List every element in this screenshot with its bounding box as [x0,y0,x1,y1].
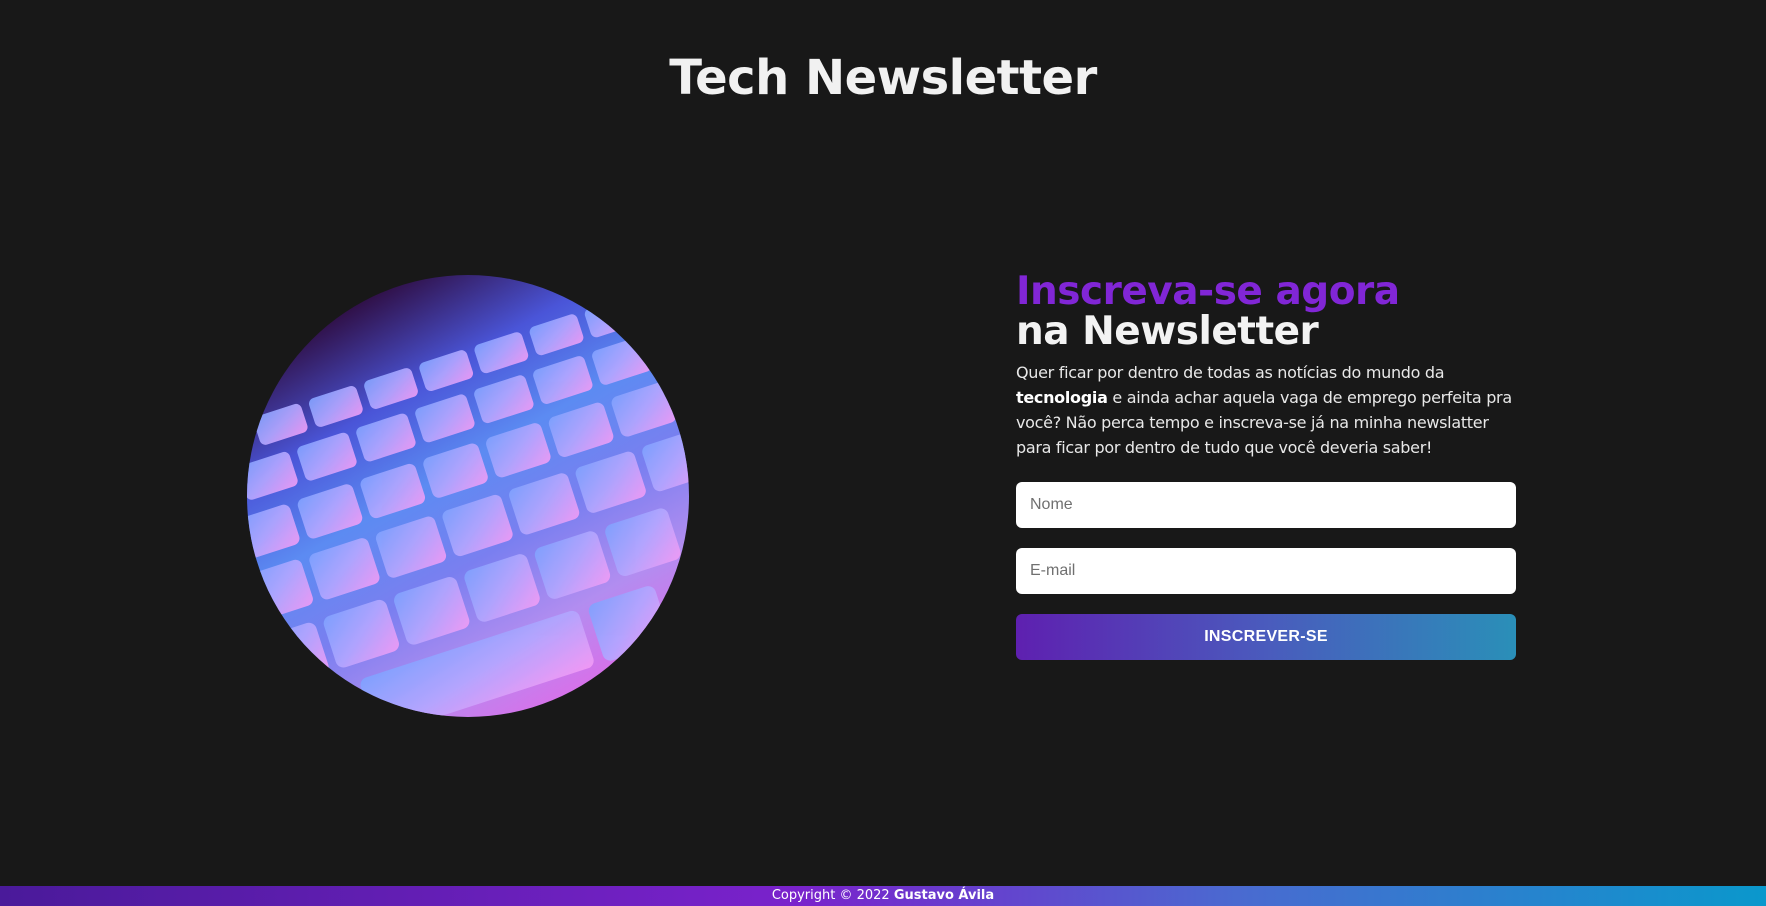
hero-keyboard-image [247,275,689,717]
signup-description: Quer ficar por dentro de todas as notíci… [1016,360,1518,460]
page-title: Tech Newsletter [669,50,1097,106]
subscribe-button[interactable]: INSCREVER-SE [1016,614,1516,660]
email-input[interactable] [1016,548,1516,594]
description-highlight: tecnologia [1016,388,1108,407]
signup-heading: Inscreva-se agora na Newsletter [1016,272,1516,352]
footer-author: Gustavo Ávila [893,888,995,903]
name-input[interactable] [1016,482,1516,528]
keyboard-illustration [247,296,689,717]
heading-accent: Inscreva-se agora [1016,269,1400,314]
heading-main: na Newsletter [1016,309,1319,354]
copyright-text: Copyright © 2022 [771,888,890,903]
signup-section: Inscreva-se agora na Newsletter Quer fic… [1016,272,1516,660]
footer: Copyright © 2022 Gustavo Ávila [0,886,1766,906]
description-text: Quer ficar por dentro de todas as notíci… [1016,363,1445,382]
